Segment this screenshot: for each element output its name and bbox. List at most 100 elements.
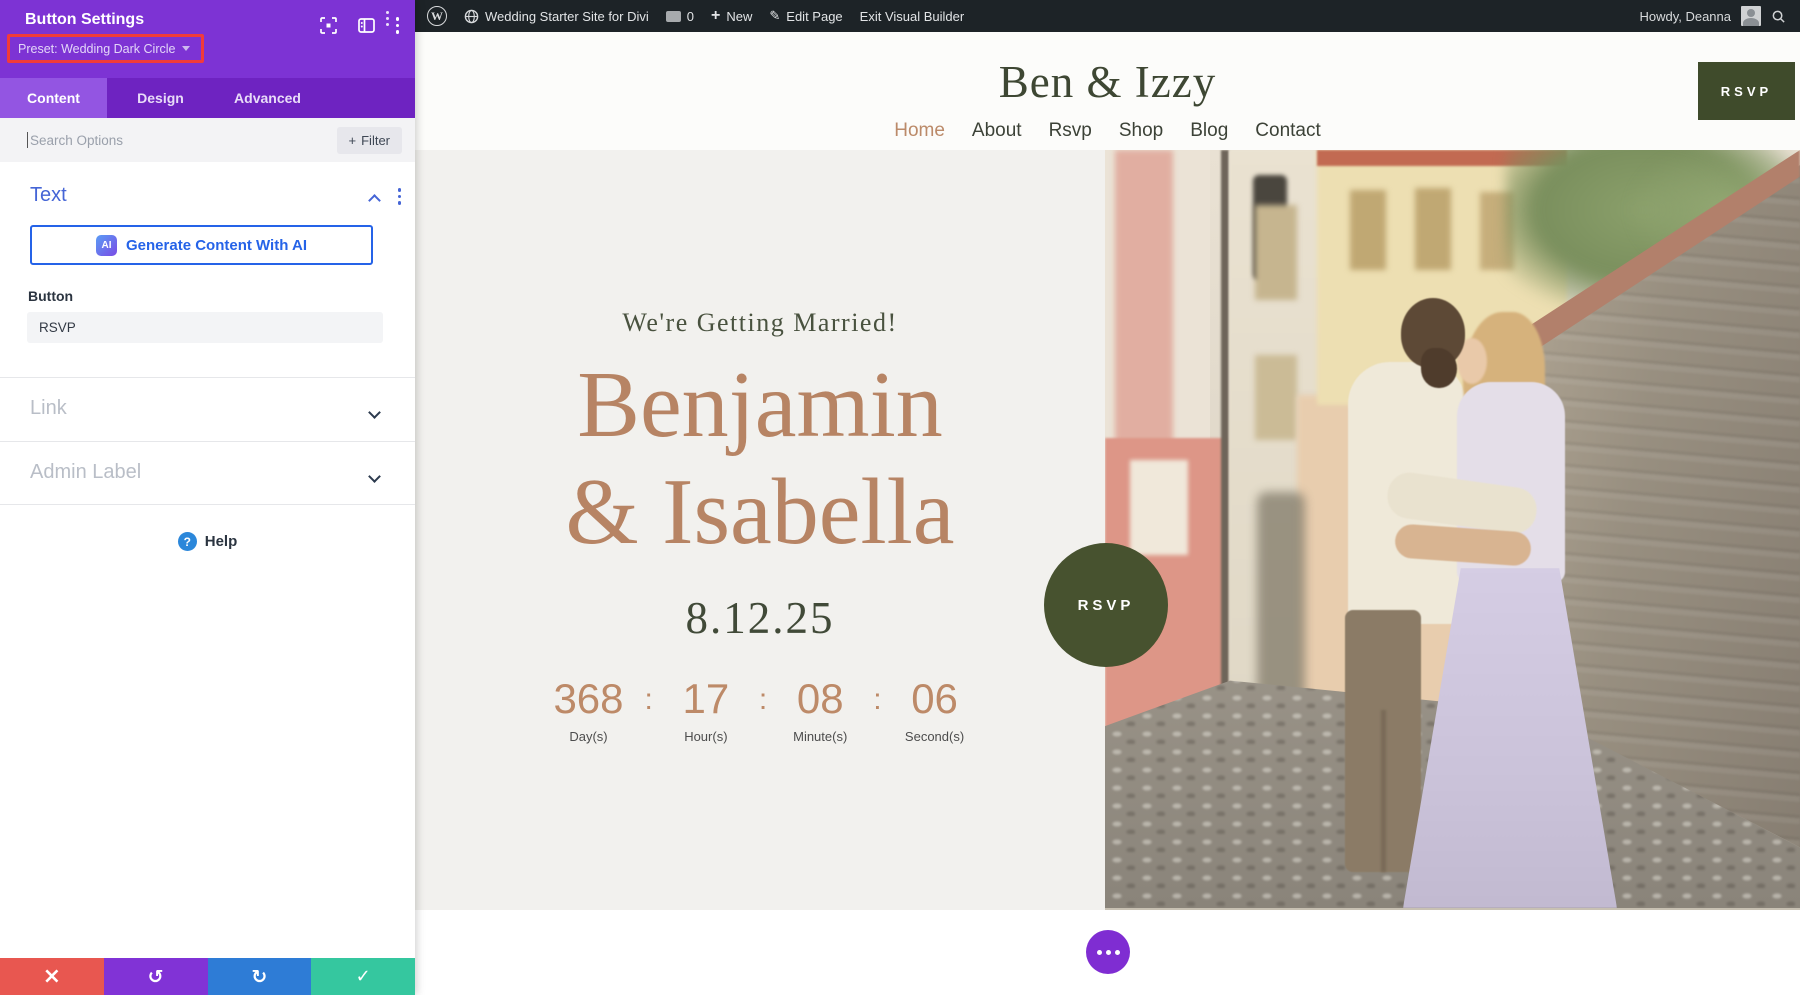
tab-advanced[interactable]: Advanced	[214, 78, 321, 118]
drag-handle-icon[interactable]	[386, 11, 389, 26]
site-globe-icon	[464, 9, 479, 23]
hero-photo	[1105, 150, 1800, 910]
wordpress-logo-icon[interactable]: W	[427, 6, 447, 26]
help-icon: ?	[177, 532, 197, 551]
countdown: 368 Day(s) : 17 Hour(s) : 08 Minute(s) :…	[415, 675, 1105, 745]
photo-shape	[1130, 460, 1188, 555]
hero-title: Benjamin & Isabella	[415, 352, 1105, 566]
button-field-label: Button	[28, 288, 74, 304]
admin-bar-left: W Wedding Starter Site for Divi 0 + New …	[415, 6, 964, 26]
exit-visual-builder[interactable]: Exit Visual Builder	[860, 9, 965, 24]
comments-menu-item[interactable]: 0	[665, 8, 695, 24]
countdown-minutes: 08 Minute(s)	[793, 675, 848, 745]
dot	[1096, 949, 1102, 955]
edit-page-menu-item[interactable]: ✎ Edit Page	[769, 8, 842, 24]
text-cursor	[27, 132, 28, 148]
wedding-date: 8.12.25	[685, 593, 835, 644]
nav-rsvp[interactable]: Rsvp	[1049, 120, 1092, 142]
filter-button[interactable]: + Filter	[336, 126, 402, 154]
panel-tabs: Content Design Advanced	[0, 78, 415, 118]
search-icon[interactable]	[1771, 9, 1786, 24]
plus-icon: +	[711, 7, 721, 24]
nav-shop[interactable]: Shop	[1119, 120, 1163, 142]
close-icon: ×	[42, 964, 62, 989]
admin-label-section-title: Admin Label	[30, 461, 142, 483]
expand-module-icon[interactable]	[319, 17, 337, 34]
dot	[1114, 949, 1120, 955]
section-menu-icon[interactable]	[397, 188, 401, 205]
link-section-title: Link	[30, 397, 67, 419]
countdown-separator: :	[644, 683, 653, 717]
text-section-title[interactable]: Text	[30, 184, 67, 207]
text-section-header: Text	[0, 162, 415, 224]
panel-header: Button Settings Preset: Wedding Dark Cir…	[0, 0, 415, 78]
redo-icon: ↻	[251, 965, 268, 988]
photo-shape	[1381, 710, 1386, 872]
comments-icon	[665, 10, 681, 22]
chevron-down-icon	[368, 468, 381, 486]
button-settings-panel: Button Settings Preset: Wedding Dark Cir…	[0, 0, 415, 995]
countdown-separator: :	[873, 683, 882, 717]
header-rsvp-button[interactable]: RSVP	[1698, 62, 1795, 120]
chevron-down-icon	[182, 46, 191, 51]
photo-shape	[1421, 348, 1457, 388]
search-options-input[interactable]: Search Options	[30, 133, 337, 148]
hero-title-line1: Benjamin	[577, 353, 943, 457]
new-menu-item[interactable]: + New	[711, 8, 752, 24]
admin-label-section-row[interactable]: Admin Label	[0, 442, 415, 505]
edit-page-label: Edit Page	[786, 8, 843, 24]
photo-shape	[1221, 150, 1229, 728]
preset-label: Preset: Wedding Dark Circle	[18, 41, 176, 56]
countdown-seconds: 06 Second(s)	[904, 675, 965, 745]
undo-button[interactable]: ↺	[103, 958, 208, 995]
chevron-up-icon	[368, 194, 381, 207]
search-options-row: Search Options + Filter	[0, 118, 415, 162]
comments-count: 0	[686, 8, 695, 24]
hero-text-section: We're Getting Married! Benjamin & Isabel…	[415, 150, 1105, 910]
site-menu-item[interactable]: Wedding Starter Site for Divi	[464, 9, 649, 24]
pencil-icon: ✎	[769, 8, 781, 23]
tab-design[interactable]: Design	[107, 78, 214, 118]
panel-layout-icon[interactable]	[357, 18, 375, 33]
site-nav: Home About Rsvp Shop Blog Contact	[415, 120, 1800, 142]
button-text-input[interactable]	[27, 312, 383, 343]
preset-dropdown[interactable]: Preset: Wedding Dark Circle	[7, 34, 204, 63]
redo-button[interactable]: ↻	[207, 958, 312, 995]
check-icon: ✓	[355, 966, 371, 987]
chevron-down-icon	[368, 404, 381, 422]
nav-home[interactable]: Home	[894, 120, 945, 142]
divi-visual-builder: W Wedding Starter Site for Divi 0 + New …	[0, 0, 1800, 995]
help-link[interactable]: ? Help	[0, 532, 415, 551]
dot	[1105, 949, 1111, 955]
countdown-days: 368 Day(s)	[553, 675, 624, 745]
admin-bar-right: Howdy, Deanna	[1639, 6, 1800, 26]
new-label: New	[726, 8, 753, 24]
ai-icon: AI	[96, 234, 117, 256]
more-options-icon[interactable]	[395, 17, 399, 34]
discard-button[interactable]: ×	[0, 958, 104, 995]
site-name[interactable]: Wedding Starter Site for Divi	[485, 9, 649, 24]
site-preview: Ben & Izzy Home About Rsvp Shop Blog Con…	[415, 32, 1800, 995]
nav-blog[interactable]: Blog	[1190, 120, 1228, 142]
countdown-separator: :	[758, 683, 768, 717]
site-logo[interactable]: Ben & Izzy	[415, 56, 1800, 108]
page-settings-button[interactable]	[1086, 930, 1130, 974]
nav-about[interactable]: About	[972, 120, 1022, 142]
tab-content[interactable]: Content	[0, 78, 107, 118]
generate-content-ai-button[interactable]: AI Generate Content With AI	[30, 225, 373, 265]
undo-icon: ↺	[147, 965, 164, 988]
hero-rsvp-circle-button[interactable]: RSVP	[1044, 543, 1168, 667]
howdy-label[interactable]: Howdy, Deanna	[1639, 9, 1731, 24]
panel-title: Button Settings	[25, 11, 145, 28]
collapse-section-control[interactable]	[368, 192, 381, 210]
site-header: Ben & Izzy Home About Rsvp Shop Blog Con…	[415, 32, 1800, 150]
avatar[interactable]	[1741, 6, 1761, 26]
nav-contact[interactable]: Contact	[1255, 120, 1320, 142]
countdown-hours: 17 Hour(s)	[682, 675, 730, 745]
wp-admin-bar: W Wedding Starter Site for Divi 0 + New …	[415, 0, 1800, 32]
photo-shape	[1255, 205, 1297, 300]
link-section-row[interactable]: Link	[0, 378, 415, 441]
save-button[interactable]: ✓	[311, 958, 415, 995]
plus-icon: +	[348, 132, 357, 148]
panel-footer: × ↺ ↻ ✓	[0, 958, 415, 995]
